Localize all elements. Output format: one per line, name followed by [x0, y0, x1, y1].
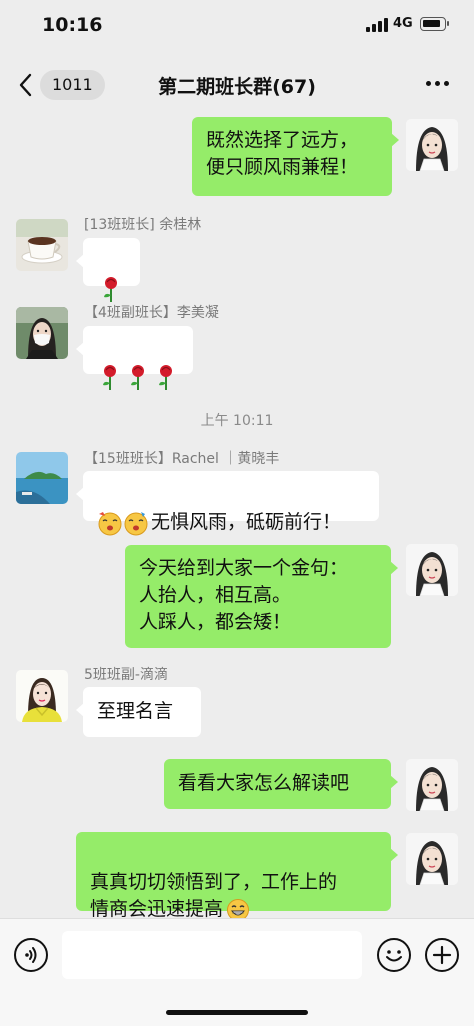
signal-icon — [366, 18, 388, 32]
home-indicator — [166, 1010, 308, 1015]
self-avatar[interactable] — [406, 833, 458, 885]
self-avatar[interactable] — [406, 759, 458, 811]
self-avatar[interactable] — [406, 119, 458, 171]
plus-icon[interactable] — [425, 938, 459, 972]
nav-bar: 1011 第二期班长群(67) — [0, 52, 474, 114]
three-roses-emoji — [103, 365, 172, 390]
chat-title: 第二期班长群(67) — [158, 76, 316, 98]
self-avatar[interactable] — [406, 544, 458, 596]
network-type: 4G — [393, 16, 413, 31]
status-time: 10:16 — [42, 14, 103, 36]
timestamp: 上午 10:11 — [200, 413, 274, 429]
status-bar: 10:16 4G — [0, 0, 474, 52]
battery-icon — [420, 17, 449, 31]
message-bubble-self[interactable]: 真真切切领悟到了，工作上的 情商会迅速提高 — [76, 832, 398, 921]
message-input[interactable] — [62, 931, 362, 979]
sender-name: 【4班副班长】李美凝 — [84, 305, 219, 321]
more-options-button[interactable] — [424, 81, 452, 89]
girl-yellow-jacket-avatar[interactable] — [16, 670, 68, 722]
cheering-face-emoji — [98, 511, 148, 535]
emoji-icon[interactable] — [377, 938, 411, 972]
message-text: 真真切切领悟到了，工作上的 情商会迅速提高 — [90, 871, 338, 920]
woman-masked-avatar[interactable] — [16, 307, 68, 359]
voice-icon[interactable] — [14, 938, 48, 972]
sender-name: [13班班长] 余桂林 — [84, 217, 202, 233]
coffee-cup-avatar[interactable] — [16, 219, 68, 271]
rose-emoji — [104, 277, 117, 302]
message-bubble-other[interactable] — [76, 238, 140, 302]
sender-name: 5班班副-滴滴 — [84, 667, 168, 683]
message-bubble-other[interactable] — [76, 326, 193, 390]
message-text: 无惧风雨，砥砺前行！ — [151, 511, 342, 533]
message-bubble-other[interactable]: 无惧风雨，砥砺前行！ — [76, 471, 379, 535]
message-bubble-self[interactable]: 看看大家怎么解读吧 — [164, 759, 398, 809]
message-bubble-other[interactable]: 至理名言 — [76, 687, 201, 737]
sender-name: 【15班班长】Rachel ｜黄晓丰 — [84, 451, 280, 467]
message-bubble-self[interactable]: 今天给到大家一个金句： 人抬人，相互高。 人踩人，都会矮！ — [125, 545, 398, 648]
message-bubble-self[interactable]: 既然选择了远方， 便只顾风雨兼程！ — [192, 117, 399, 196]
island-avatar[interactable] — [16, 452, 68, 504]
